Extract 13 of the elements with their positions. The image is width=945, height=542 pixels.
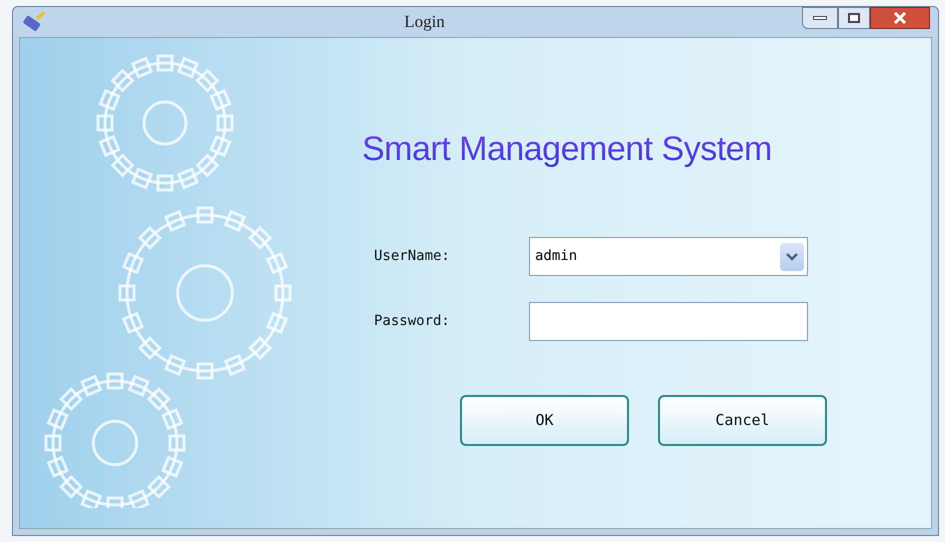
ok-button[interactable]: OK xyxy=(460,395,629,446)
password-field[interactable] xyxy=(529,302,808,341)
username-dropdown[interactable]: admin xyxy=(529,237,808,276)
maximize-button[interactable] xyxy=(838,7,870,29)
field-label: UserName: xyxy=(374,247,451,266)
field-label: Password: xyxy=(374,312,451,331)
close-icon xyxy=(893,12,907,24)
close-button[interactable] xyxy=(870,7,930,29)
minimize-button[interactable] xyxy=(802,7,838,29)
cancel-button[interactable]: Cancel xyxy=(658,395,827,446)
window-title: Login xyxy=(403,11,446,34)
dropdown-chevron-icon xyxy=(780,242,804,270)
brush-icon xyxy=(21,10,47,34)
